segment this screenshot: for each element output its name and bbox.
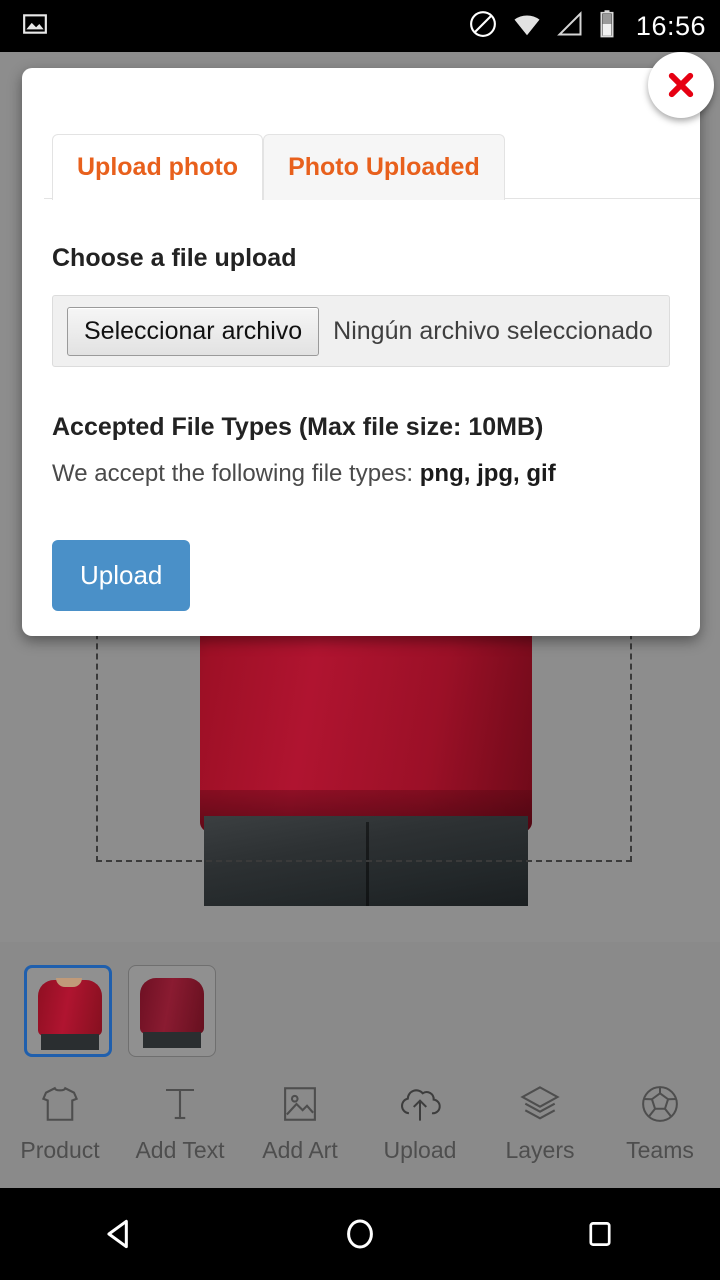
toolbar-item-add-art[interactable]: Add Art <box>240 1081 360 1164</box>
phone-screen: 16:56 Product Add Text Add Art Upload La… <box>0 0 720 1280</box>
soccer-ball-icon <box>635 1081 685 1127</box>
recents-button[interactable] <box>565 1199 635 1269</box>
back-button[interactable] <box>85 1199 155 1269</box>
thumbnail-back-view[interactable] <box>128 965 216 1057</box>
thumb-garment <box>140 978 204 1034</box>
upload-photo-modal: Upload photo Photo Uploaded Choose a fil… <box>22 52 714 636</box>
tab-photo-uploaded[interactable]: Photo Uploaded <box>263 134 505 200</box>
thumb-jeans <box>41 1034 99 1050</box>
toolbar-label: Layers <box>505 1136 575 1163</box>
accepted-types-title: Accepted File Types (Max file size: 10MB… <box>52 413 544 441</box>
square-recents-icon <box>589 1222 611 1246</box>
triangle-back-icon <box>107 1219 128 1249</box>
toolbar-item-teams[interactable]: Teams <box>600 1081 720 1164</box>
image-icon <box>275 1081 325 1127</box>
home-button[interactable] <box>325 1199 395 1269</box>
tshirt-icon <box>35 1081 85 1127</box>
do-not-disturb-icon <box>468 9 498 44</box>
modal-body: Choose a file upload Seleccionar archivo… <box>22 202 700 611</box>
battery-icon <box>598 9 616 44</box>
text-t-icon <box>155 1081 205 1127</box>
close-button[interactable] <box>648 52 714 118</box>
toolbar-label: Add Text <box>135 1136 225 1163</box>
wifi-icon <box>512 9 542 44</box>
accepted-types-text: We accept the following file types: png,… <box>52 460 670 488</box>
toolbar-label: Add Art <box>262 1136 338 1163</box>
photo-icon <box>22 11 48 42</box>
toolbar-label: Teams <box>626 1136 694 1163</box>
designer-toolbar: Product Add Text Add Art Upload Layers T… <box>0 1064 720 1180</box>
toolbar-label: Upload <box>383 1136 457 1163</box>
tab-label: Upload photo <box>77 153 239 181</box>
accepted-types-list: png, jpg, gif <box>419 460 556 487</box>
cloud-upload-icon <box>395 1081 445 1127</box>
upload-button[interactable]: Upload <box>52 540 191 611</box>
status-bar: 16:56 <box>0 0 720 52</box>
accepted-prefix: We accept the following file types: <box>52 460 420 487</box>
android-nav-bar <box>0 1188 720 1280</box>
toolbar-item-add-text[interactable]: Add Text <box>120 1081 240 1164</box>
choose-file-label: Choose a file upload <box>52 244 297 272</box>
close-icon <box>668 72 694 98</box>
modal-tabs: Upload photo Photo Uploaded <box>52 134 505 201</box>
toolbar-item-upload[interactable]: Upload <box>360 1081 480 1164</box>
tab-upload-photo[interactable]: Upload photo <box>52 134 264 201</box>
cell-signal-icon <box>556 10 584 43</box>
thumb-jeans <box>143 1032 201 1048</box>
tab-label: Photo Uploaded <box>288 153 480 181</box>
layers-icon <box>515 1081 565 1127</box>
circle-home-icon <box>347 1219 373 1249</box>
thumb-garment <box>38 980 102 1036</box>
toolbar-label: Product <box>20 1136 100 1163</box>
toolbar-item-product[interactable]: Product <box>0 1081 120 1164</box>
thumbnail-front-view[interactable] <box>24 965 112 1057</box>
status-bar-clock: 16:56 <box>635 10 706 41</box>
toolbar-item-layers[interactable]: Layers <box>480 1081 600 1164</box>
select-file-button[interactable]: Seleccionar archivo <box>67 306 320 356</box>
view-thumbnail-strip <box>0 958 720 1064</box>
file-upload-input[interactable]: Seleccionar archivo Ningún archivo selec… <box>52 295 670 367</box>
selected-file-name: Ningún archivo seleccionado <box>333 316 653 345</box>
